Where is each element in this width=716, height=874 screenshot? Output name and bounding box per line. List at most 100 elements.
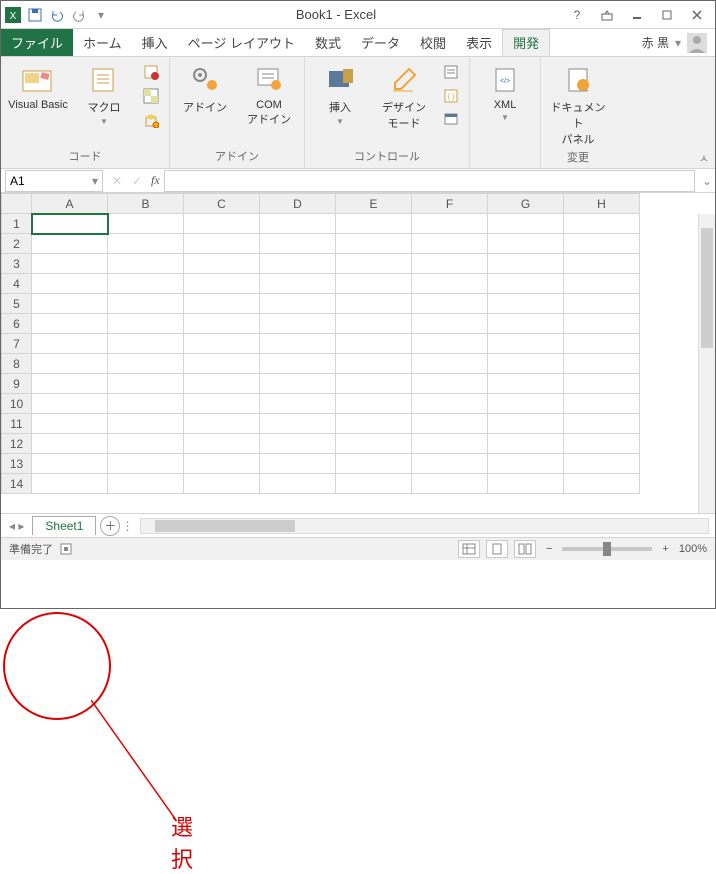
tab-review[interactable]: 校閲 bbox=[410, 29, 456, 56]
cell[interactable] bbox=[184, 474, 260, 494]
cell[interactable] bbox=[488, 374, 564, 394]
cell[interactable] bbox=[564, 354, 640, 374]
relative-ref-icon[interactable] bbox=[139, 85, 163, 107]
cell[interactable] bbox=[564, 294, 640, 314]
cell[interactable] bbox=[32, 474, 108, 494]
row-header[interactable]: 3 bbox=[2, 254, 32, 274]
document-panel-button[interactable]: ドキュメント パネル bbox=[547, 61, 609, 147]
cell[interactable] bbox=[336, 214, 412, 234]
cell[interactable] bbox=[184, 294, 260, 314]
cell[interactable] bbox=[32, 354, 108, 374]
normal-view-button[interactable] bbox=[458, 540, 480, 558]
row-header[interactable]: 8 bbox=[2, 354, 32, 374]
cell[interactable] bbox=[260, 254, 336, 274]
cell[interactable] bbox=[488, 314, 564, 334]
undo-icon[interactable] bbox=[49, 7, 65, 23]
chevron-down-icon[interactable]: ▾ bbox=[92, 174, 98, 188]
add-sheet-button[interactable]: ＋ bbox=[100, 516, 120, 536]
tab-file[interactable]: ファイル bbox=[1, 29, 73, 56]
cell[interactable] bbox=[336, 314, 412, 334]
row-header[interactable]: 13 bbox=[2, 454, 32, 474]
minimize-button[interactable] bbox=[623, 5, 651, 25]
column-header[interactable]: B bbox=[108, 194, 184, 214]
properties-icon[interactable] bbox=[439, 61, 463, 83]
cell[interactable] bbox=[184, 394, 260, 414]
row-header[interactable]: 14 bbox=[2, 474, 32, 494]
cell[interactable] bbox=[488, 254, 564, 274]
row-header[interactable]: 5 bbox=[2, 294, 32, 314]
cell[interactable] bbox=[564, 214, 640, 234]
cell[interactable] bbox=[488, 234, 564, 254]
expand-formula-icon[interactable]: ⌄ bbox=[699, 174, 715, 188]
cell[interactable] bbox=[108, 434, 184, 454]
cell[interactable] bbox=[184, 314, 260, 334]
cell[interactable] bbox=[412, 334, 488, 354]
cell[interactable] bbox=[32, 314, 108, 334]
cell[interactable] bbox=[336, 334, 412, 354]
cell[interactable] bbox=[184, 334, 260, 354]
xml-button[interactable]: </> XML ▼ bbox=[476, 61, 534, 122]
row-header[interactable]: 9 bbox=[2, 374, 32, 394]
tab-page-layout[interactable]: ページ レイアウト bbox=[178, 29, 305, 56]
cell[interactable] bbox=[564, 254, 640, 274]
cell[interactable] bbox=[260, 434, 336, 454]
cell[interactable] bbox=[260, 314, 336, 334]
sheet-nav[interactable]: ◂ ▸ bbox=[1, 519, 32, 533]
cell[interactable] bbox=[108, 474, 184, 494]
cell[interactable] bbox=[184, 254, 260, 274]
page-break-view-button[interactable] bbox=[514, 540, 536, 558]
cell[interactable] bbox=[488, 394, 564, 414]
column-header[interactable]: D bbox=[260, 194, 336, 214]
cell[interactable] bbox=[412, 314, 488, 334]
cell[interactable] bbox=[564, 314, 640, 334]
column-header[interactable]: F bbox=[412, 194, 488, 214]
cell[interactable] bbox=[108, 314, 184, 334]
cell[interactable] bbox=[184, 214, 260, 234]
cell[interactable] bbox=[260, 234, 336, 254]
cell[interactable] bbox=[412, 374, 488, 394]
cell[interactable] bbox=[184, 414, 260, 434]
cell[interactable] bbox=[412, 274, 488, 294]
cell[interactable] bbox=[260, 374, 336, 394]
tab-formulas[interactable]: 数式 bbox=[305, 29, 351, 56]
cell[interactable] bbox=[32, 214, 108, 234]
cell[interactable] bbox=[184, 434, 260, 454]
record-macro-icon[interactable] bbox=[139, 61, 163, 83]
cell[interactable] bbox=[488, 214, 564, 234]
cell[interactable] bbox=[412, 474, 488, 494]
close-button[interactable] bbox=[683, 5, 711, 25]
cell[interactable] bbox=[564, 374, 640, 394]
cell[interactable] bbox=[108, 454, 184, 474]
row-header[interactable]: 10 bbox=[2, 394, 32, 414]
cell[interactable] bbox=[32, 414, 108, 434]
cell[interactable] bbox=[32, 274, 108, 294]
user-box[interactable]: 赤 黒 ▾ bbox=[634, 29, 715, 56]
zoom-slider[interactable] bbox=[562, 547, 652, 551]
cell[interactable] bbox=[184, 354, 260, 374]
tab-data[interactable]: データ bbox=[351, 29, 410, 56]
row-header[interactable]: 6 bbox=[2, 314, 32, 334]
cell[interactable] bbox=[488, 414, 564, 434]
cell[interactable] bbox=[108, 294, 184, 314]
cell[interactable] bbox=[184, 374, 260, 394]
cell[interactable] bbox=[32, 334, 108, 354]
row-header[interactable]: 4 bbox=[2, 274, 32, 294]
visual-basic-button[interactable]: Visual Basic bbox=[7, 61, 69, 111]
design-mode-button[interactable]: デザイン モード bbox=[375, 61, 433, 131]
run-dialog-icon[interactable] bbox=[439, 109, 463, 131]
row-header[interactable]: 12 bbox=[2, 434, 32, 454]
cell[interactable] bbox=[260, 214, 336, 234]
cell[interactable] bbox=[32, 454, 108, 474]
row-header[interactable]: 11 bbox=[2, 414, 32, 434]
cell[interactable] bbox=[32, 374, 108, 394]
cancel-formula-icon[interactable]: ✕ bbox=[107, 171, 127, 191]
cell[interactable] bbox=[336, 454, 412, 474]
cell[interactable] bbox=[336, 374, 412, 394]
cell[interactable] bbox=[336, 414, 412, 434]
cell[interactable] bbox=[260, 394, 336, 414]
cell[interactable] bbox=[336, 254, 412, 274]
cell[interactable] bbox=[32, 254, 108, 274]
insert-control-button[interactable]: 挿入 ▼ bbox=[311, 61, 369, 126]
ribbon-options-icon[interactable] bbox=[593, 5, 621, 25]
cell[interactable] bbox=[488, 334, 564, 354]
